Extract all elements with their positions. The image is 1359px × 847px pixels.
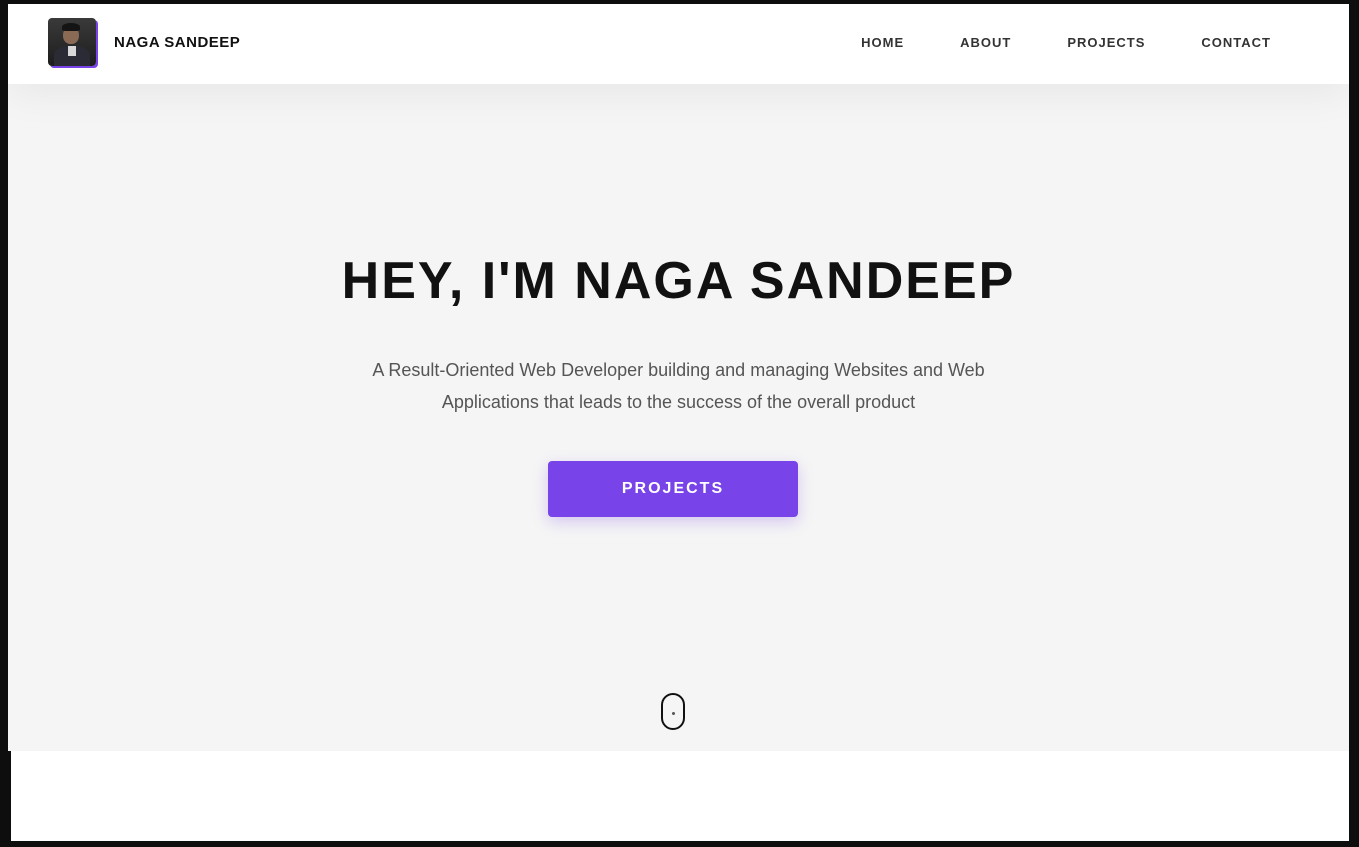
hero-title: HEY, I'M NAGA SANDEEP [341,252,1016,310]
hero-section: HEY, I'M NAGA SANDEEP A Result-Oriented … [8,84,1349,751]
nav-contact[interactable]: CONTACT [1201,35,1271,50]
avatar [48,18,96,66]
brand-name[interactable]: NAGA SANDEEP [114,34,240,51]
mouse-wheel-dot [672,712,675,715]
hero-subtitle: A Result-Oriented Web Developer building… [339,354,1019,418]
projects-button[interactable]: PROJECTS [548,461,798,517]
avatar-hair-shape [62,23,80,31]
next-section [11,751,1349,841]
nav-projects[interactable]: PROJECTS [1067,35,1145,50]
browser-frame: NAGA SANDEEP HOME ABOUT PROJECTS CONTACT… [0,0,1359,847]
hero-subtitle-line-2: Applications that leads to the success o… [441,392,916,412]
nav-home[interactable]: HOME [861,35,904,50]
main-nav: HOME ABOUT PROJECTS CONTACT [861,35,1271,50]
logo[interactable]: NAGA SANDEEP [48,18,240,66]
avatar-collar-shape [68,46,76,56]
nav-about[interactable]: ABOUT [960,35,1011,50]
mouse-scroll-icon[interactable] [661,693,685,730]
site-header: NAGA SANDEEP HOME ABOUT PROJECTS CONTACT [8,4,1349,84]
hero-subtitle-line-1: A Result-Oriented Web Developer building… [372,360,985,380]
page: NAGA SANDEEP HOME ABOUT PROJECTS CONTACT… [8,4,1349,751]
